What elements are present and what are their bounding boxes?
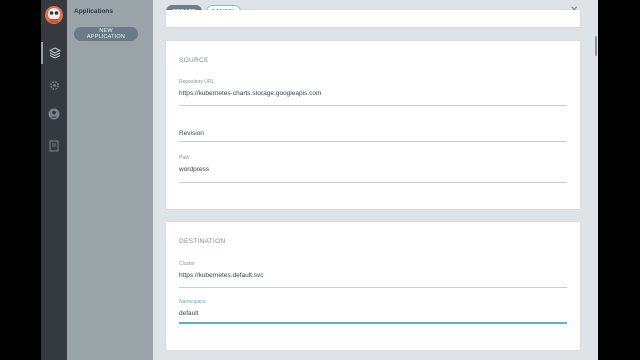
previous-section-card <box>166 10 580 27</box>
repository-url-value: https://kubernetes-charts.storage.google… <box>179 90 322 97</box>
path-label: Path <box>179 155 190 161</box>
path-value: wordpress <box>179 166 209 173</box>
revision-field[interactable]: Revision <box>179 130 567 142</box>
docs-icon <box>49 140 59 152</box>
sidebar-title: Applications <box>74 8 114 15</box>
app-window: Applications NEW APPLICATION CREATE CANC… <box>41 0 598 360</box>
user-icon <box>48 108 60 120</box>
namespace-field[interactable]: Namespace default <box>179 299 567 324</box>
namespace-label: Namespace <box>179 299 206 305</box>
cluster-field[interactable]: Cluster https://kubernetes.default.svc <box>179 261 567 288</box>
argo-logo <box>45 6 63 24</box>
path-field[interactable]: Path wordpress <box>179 155 567 183</box>
source-heading: SOURCE <box>179 57 209 64</box>
nav-docs[interactable] <box>41 135 67 157</box>
destination-card: DESTINATION Cluster https://kubernetes.d… <box>166 222 580 350</box>
revision-label: Revision <box>179 130 204 137</box>
nav-user[interactable] <box>41 103 67 125</box>
panel-scrollbar[interactable] <box>594 0 598 360</box>
namespace-value: default <box>179 310 199 317</box>
cluster-label: Cluster <box>179 261 195 267</box>
apps-icon <box>49 47 61 59</box>
nav-apps[interactable] <box>41 42 67 64</box>
nav-settings[interactable] <box>41 74 67 96</box>
source-card: SOURCE Repository URL https://kubernetes… <box>166 41 580 209</box>
new-application-button[interactable]: NEW APPLICATION <box>74 27 138 41</box>
repository-url-label: Repository URL <box>179 79 215 85</box>
nav-rail <box>41 0 67 360</box>
cluster-value: https://kubernetes.default.svc <box>179 272 264 279</box>
destination-heading: DESTINATION <box>179 238 226 245</box>
scrollbar-thumb[interactable] <box>595 36 597 56</box>
applications-sidebar: Applications NEW APPLICATION <box>67 0 153 360</box>
settings-icon <box>49 80 59 90</box>
create-app-panel: CREATE CANCEL ✕ SOURCE Repository URL ht… <box>153 0 598 360</box>
repository-url-field[interactable]: Repository URL https://kubernetes-charts… <box>179 79 567 106</box>
